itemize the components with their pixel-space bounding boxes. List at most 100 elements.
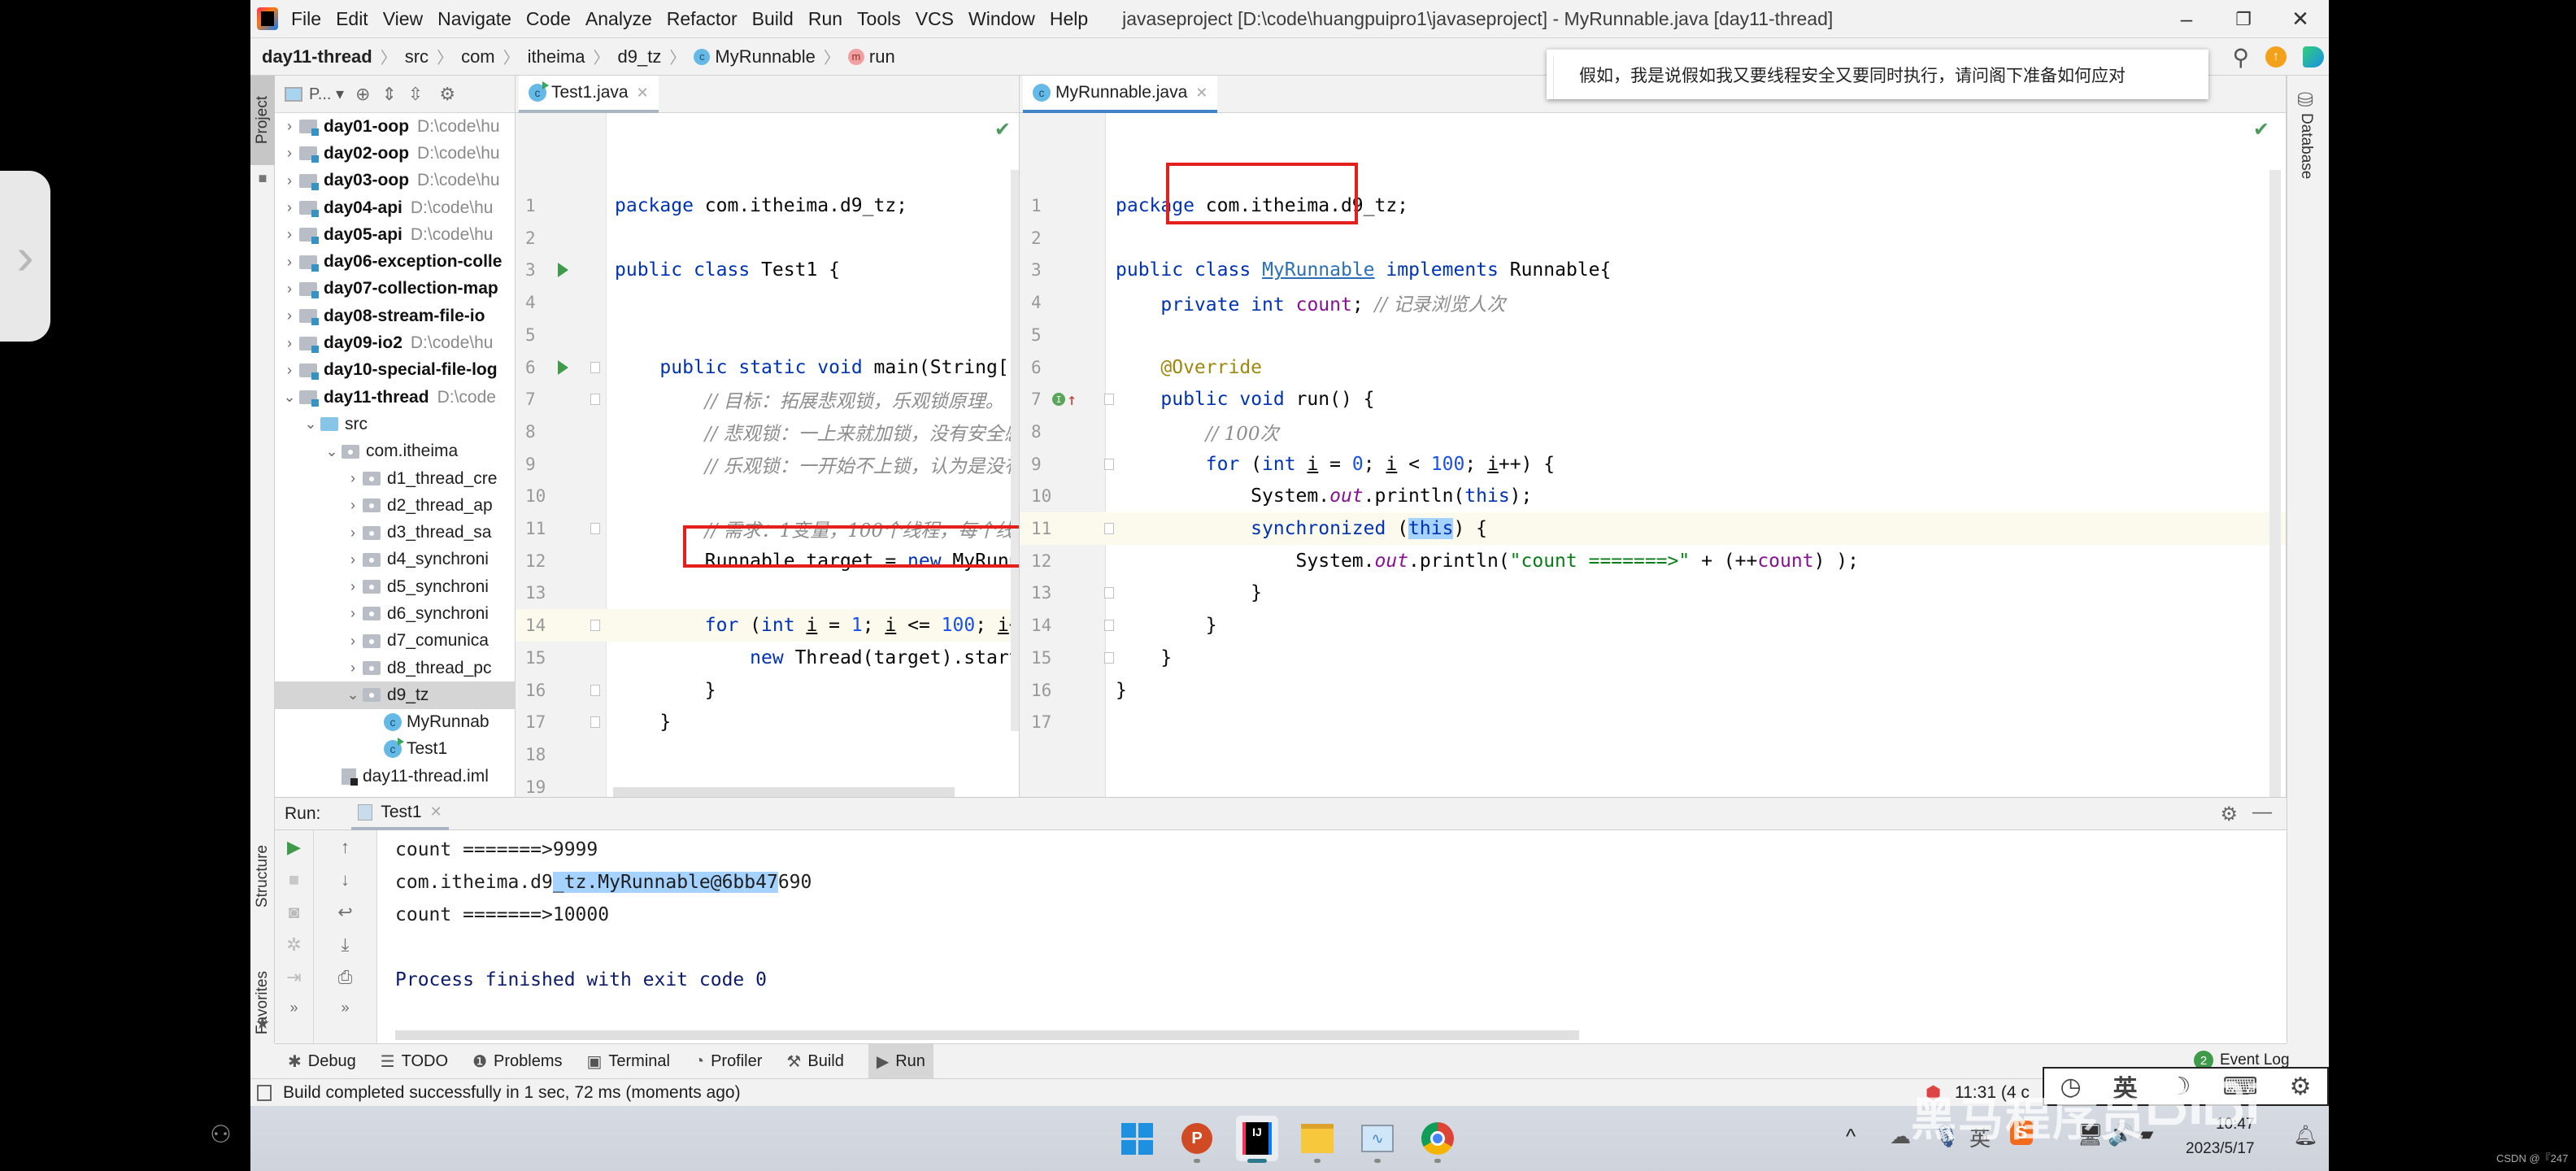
code-line[interactable]: 2 (1020, 222, 2286, 255)
tree-item[interactable]: › day06-exception-colle (275, 248, 515, 275)
status-toggle-icon[interactable] (257, 1084, 272, 1101)
fold-marker-icon[interactable] (590, 620, 600, 632)
structure-tool-button[interactable]: Structure (250, 824, 275, 929)
menu-navigate[interactable]: Navigate (437, 8, 511, 30)
tree-item[interactable]: › day08-stream-file-io (275, 303, 515, 329)
settings-bug-icon[interactable]: ✲ (286, 934, 301, 956)
tree-item[interactable]: › day09-io2 D:\code\hu (275, 329, 515, 356)
update-icon[interactable]: ↑ (2265, 46, 2287, 67)
chevron-right-icon[interactable]: › (280, 335, 299, 352)
tool-tab-problems[interactable]: ❶ Problems (472, 1044, 562, 1079)
onedrive-icon[interactable]: ☁ (1890, 1124, 1911, 1149)
chevron-right-icon[interactable]: › (280, 199, 299, 216)
console-output[interactable]: count =======>9999 com.itheima.d9 _tz.MyR… (377, 830, 2287, 1043)
tool-tab-todo[interactable]: ☰ TODO (381, 1044, 448, 1079)
more-icon[interactable]: » (341, 999, 349, 1021)
tree-item[interactable]: ⌄ day11-thread D:\code (275, 384, 515, 411)
taskbar-chrome[interactable] (1416, 1116, 1459, 1163)
fold-marker-icon[interactable] (590, 394, 600, 406)
menu-build[interactable]: Build (752, 8, 794, 30)
code-line[interactable]: 6 @Override (1020, 351, 2286, 384)
code-line[interactable]: 13 } (1020, 577, 2286, 609)
fold-marker-icon[interactable] (590, 716, 600, 729)
menu-file[interactable]: File (291, 8, 321, 30)
code-with-me-icon[interactable] (2303, 46, 2324, 67)
chevron-right-icon[interactable]: › (343, 660, 363, 677)
login-icon[interactable]: ⇥ (286, 967, 301, 988)
code-line[interactable]: 17 } (516, 706, 1019, 738)
expand-all-icon[interactable]: ⇕ (381, 84, 396, 105)
code-line[interactable]: 7 // 目标：拓展悲观锁，乐观锁原理。 (516, 383, 1019, 416)
chevron-right-icon[interactable]: › (343, 551, 363, 568)
fold-marker-icon[interactable] (590, 361, 600, 373)
close-button[interactable]: ✕ (2272, 0, 2329, 38)
tool-tab-terminal[interactable]: ▣ Terminal (586, 1044, 669, 1079)
code-line[interactable]: 6 public static void main(String[] args)… (516, 351, 1019, 384)
code-line[interactable]: 11 synchronized (this) { (1020, 512, 2286, 545)
database-tool-button[interactable]: Database (2297, 113, 2315, 183)
breadcrumb-item-itheima[interactable]: itheima (528, 46, 585, 67)
menu-window[interactable]: Window (968, 8, 1035, 30)
menu-edit[interactable]: Edit (336, 8, 368, 30)
tree-item[interactable]: › day03-oop D:\code\hu (275, 168, 515, 194)
fold-marker-icon[interactable] (1104, 394, 1114, 406)
tree-item[interactable]: › day04-api D:\code\hu (275, 194, 515, 221)
chevron-right-icon[interactable]: › (280, 145, 299, 162)
tree-item[interactable]: day11-thread.iml (275, 763, 515, 790)
code-line[interactable]: 8 // 100次 (1020, 416, 2286, 448)
tree-item[interactable]: › day10-special-file-log (275, 357, 515, 384)
locate-icon[interactable]: ⊕ (355, 84, 370, 105)
favorites-tool-button[interactable]: Favorites (250, 950, 275, 1056)
restore-button[interactable]: ❐ (2215, 0, 2272, 38)
tree-item[interactable]: c MyRunnab (275, 709, 515, 736)
code-line[interactable]: 14 } (1020, 609, 2286, 642)
tree-item[interactable]: › d1_thread_cre (275, 465, 515, 492)
run-gutter-icon[interactable] (558, 263, 568, 278)
minimize-button[interactable]: – (2158, 0, 2215, 38)
chevron-right-icon[interactable]: › (280, 172, 299, 189)
chevron-right-icon[interactable]: › (343, 525, 363, 542)
menu-analyze[interactable]: Analyze (585, 8, 652, 30)
gear-icon[interactable]: ⚙ (439, 84, 455, 105)
tree-item[interactable]: › d7_comunica (275, 628, 515, 655)
menu-tools[interactable]: Tools (857, 8, 901, 30)
close-tab-icon[interactable]: ✕ (1195, 85, 1208, 102)
menu-refactor[interactable]: Refactor (667, 8, 738, 30)
tree-item[interactable]: › d3_thread_sa (275, 519, 515, 546)
code-line[interactable]: 4 private int count; // 记录浏览人次 (1020, 286, 2286, 319)
code-line[interactable]: 14 for (int i = 1; i <= 100; i++) { (516, 609, 1019, 642)
notification-bell-icon[interactable]: 🔔︎ (2293, 1124, 2317, 1147)
tool-tab-debug[interactable]: ✱ Debug (288, 1044, 356, 1079)
side-expand-tab[interactable]: › (0, 171, 50, 342)
chevron-right-icon[interactable]: › (343, 497, 363, 514)
vertical-scrollbar[interactable] (2269, 170, 2281, 797)
tool-tab-profiler[interactable]: ◔ Profiler (694, 1044, 762, 1079)
chevron-right-icon[interactable]: › (280, 281, 299, 298)
tool-tab-build[interactable]: ⚒ Build (786, 1044, 843, 1079)
code-line[interactable]: 4 (516, 286, 1019, 319)
camera-icon[interactable]: ◙ (289, 902, 299, 923)
breadcrumb-item-src[interactable]: src (405, 46, 429, 67)
gear-icon[interactable]: ⚙ (2290, 1073, 2312, 1101)
chevron-down-icon[interactable]: ⌄ (322, 443, 342, 460)
chevron-down-icon[interactable]: ⌄ (280, 389, 299, 406)
tab-test1-java[interactable]: c Test1.java ✕ (519, 76, 659, 113)
breadcrumb-item-method[interactable]: m run (847, 46, 895, 67)
rerun-icon[interactable]: ▶ (287, 837, 301, 858)
menu-vcs[interactable]: VCS (916, 8, 954, 30)
breadcrumb-item-class[interactable]: c MyRunnable (694, 46, 816, 67)
breadcrumb-item-com[interactable]: com (461, 46, 495, 67)
code-line[interactable]: 5 (1020, 319, 2286, 351)
code-line[interactable]: 9 // 乐观锁：一开始不上锁，认为是没有问题的，大家一起跑，等要 (516, 448, 1019, 481)
chevron-right-icon[interactable]: › (280, 254, 299, 271)
code-line[interactable]: 10 (516, 480, 1019, 512)
tree-item[interactable]: ⌄ com.itheima (275, 438, 515, 465)
horizontal-scrollbar[interactable] (395, 1030, 1579, 1040)
chevron-right-icon[interactable]: › (280, 226, 299, 243)
gear-icon[interactable]: ⚙ (2220, 803, 2238, 826)
tool-tab-run[interactable]: ▶ Run (868, 1043, 933, 1079)
taskbar-resource-monitor[interactable]: ∿ (1356, 1116, 1399, 1163)
fold-marker-icon[interactable] (1104, 587, 1114, 599)
tree-item[interactable]: ⌄ d9_tz (275, 681, 515, 709)
menu-code[interactable]: Code (526, 8, 571, 30)
